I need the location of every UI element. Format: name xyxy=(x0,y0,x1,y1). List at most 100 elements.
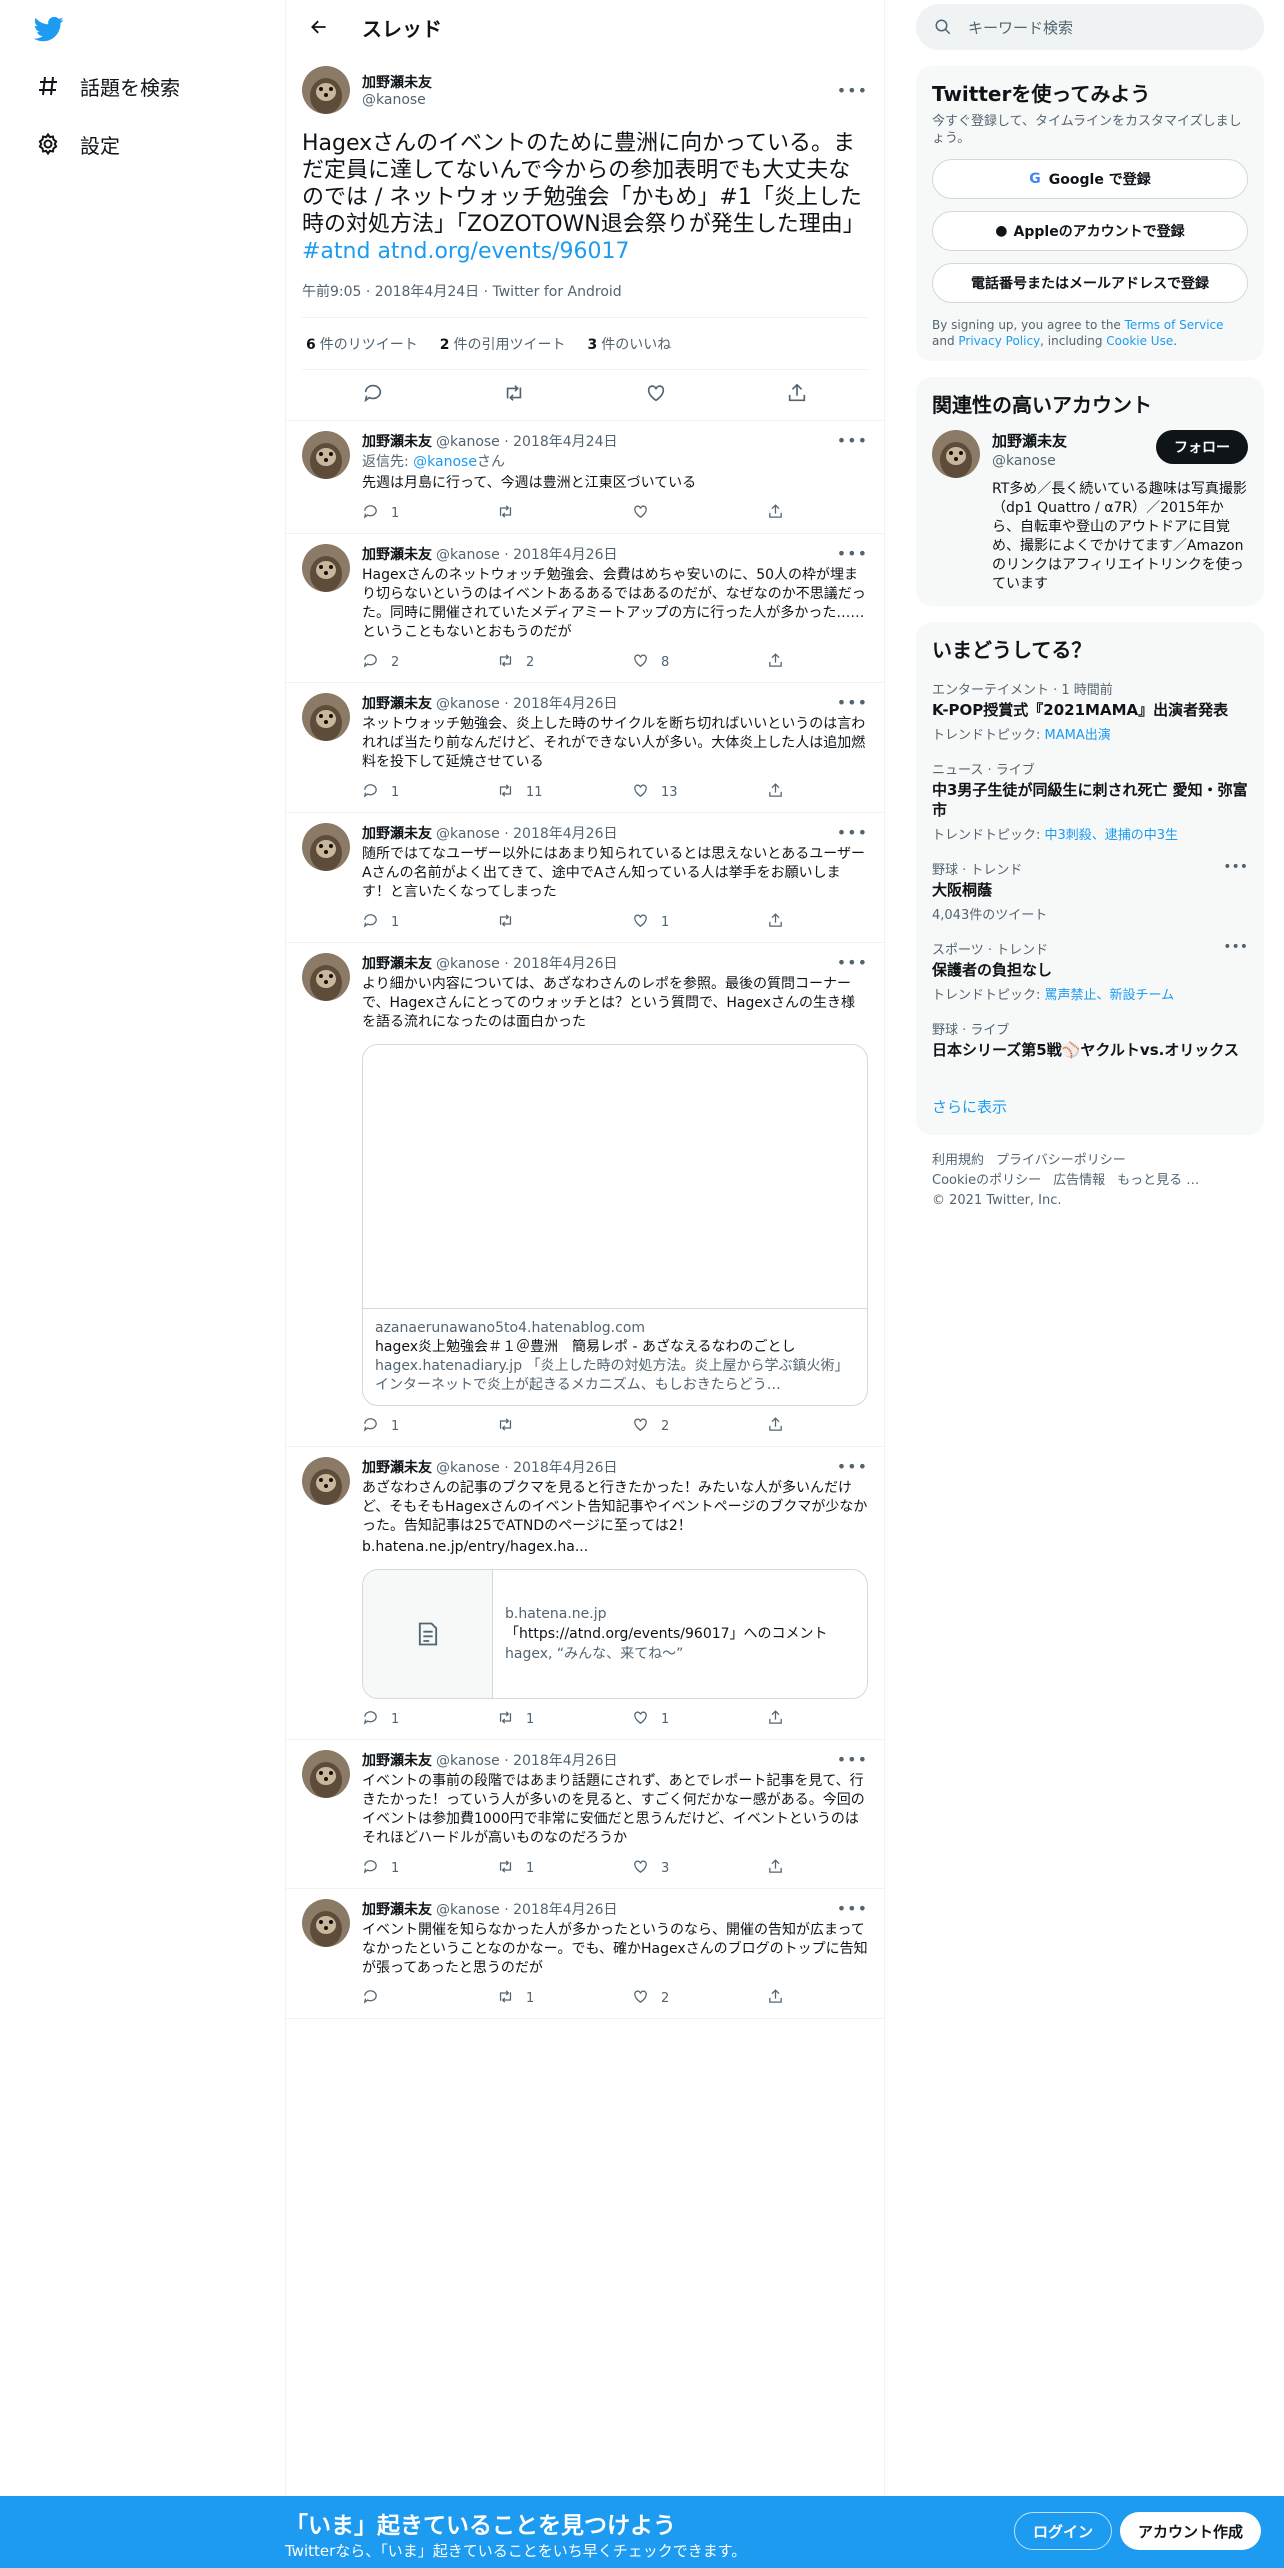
retweet-button[interactable]: 1 xyxy=(497,1858,632,1879)
share-button[interactable] xyxy=(767,1709,796,1730)
quote-count[interactable]: 2 件の引用ツイート xyxy=(440,334,566,354)
reply-tweet[interactable]: 加野瀬未友 @kanose · 2018年4月26日 ••• Hagexさんのネットウ… xyxy=(286,534,884,683)
reply-tweet[interactable]: 加野瀬未友 @kanose · 2018年4月26日 ••• ネットウォッチ勉強会、炎… xyxy=(286,683,884,813)
login-button[interactable]: ログイン xyxy=(1014,2512,1113,2550)
author-handle[interactable]: @kanose xyxy=(362,92,426,108)
related-name[interactable]: 加野瀬未友 xyxy=(992,430,1067,451)
avatar[interactable] xyxy=(302,66,350,114)
more-options-icon[interactable]: ••• xyxy=(837,1899,868,1919)
author-name[interactable]: 加野瀬未友 xyxy=(362,693,432,713)
tweet-meta[interactable]: @kanose · 2018年4月26日 xyxy=(436,1899,618,1919)
reply-button[interactable]: 1 xyxy=(362,1709,497,1730)
hashtag-link[interactable]: #atnd xyxy=(302,239,370,264)
reply-tweet[interactable]: 加野瀬未友 @kanose · 2018年4月24日 ••• 返信先: @kanose… xyxy=(286,421,884,534)
reply-icon[interactable] xyxy=(362,382,384,408)
retweet-button[interactable] xyxy=(497,912,632,933)
show-more-link[interactable]: さらに表示 xyxy=(932,1096,1248,1117)
more-options-icon[interactable]: ••• xyxy=(837,544,868,564)
share-icon[interactable] xyxy=(786,382,808,408)
tweet-meta[interactable]: @kanose · 2018年4月26日 xyxy=(436,953,618,973)
reply-tweet[interactable]: 加野瀬未友 @kanose · 2018年4月26日 ••• 随所ではてなユーザー以外… xyxy=(286,813,884,943)
like-button[interactable]: 1 xyxy=(632,1709,767,1730)
url-link[interactable]: b.hatena.ne.jp/entry/hagex.ha... xyxy=(362,1538,868,1557)
retweet-button[interactable]: 1 xyxy=(497,1709,632,1730)
tweet-timestamp[interactable]: 午前9:05 · 2018年4月24日 · Twitter for Androi… xyxy=(302,281,868,318)
retweet-button[interactable]: 11 xyxy=(497,782,632,803)
footer-cookie[interactable]: Cookieのポリシー xyxy=(932,1173,1041,1188)
author-name[interactable]: 加野瀬未友 xyxy=(362,1899,432,1919)
google-signup-button[interactable]: G Google で登録 xyxy=(932,159,1248,199)
more-options-icon[interactable]: ••• xyxy=(837,693,868,713)
more-options-icon[interactable]: ••• xyxy=(837,823,868,843)
follow-button[interactable]: フォロー xyxy=(1156,430,1248,464)
phone-signup-button[interactable]: 電話番号またはメールアドレスで登録 xyxy=(932,263,1248,303)
retweet-button[interactable] xyxy=(497,1416,632,1437)
like-icon[interactable] xyxy=(645,382,667,408)
share-button[interactable] xyxy=(767,652,796,673)
author-name[interactable]: 加野瀬未友 xyxy=(362,1457,432,1477)
avatar[interactable] xyxy=(302,1457,350,1505)
reply-button[interactable]: 1 xyxy=(362,503,497,524)
search-input[interactable]: キーワード検索 xyxy=(916,4,1264,50)
tweet-meta[interactable]: @kanose · 2018年4月26日 xyxy=(436,693,618,713)
avatar[interactable] xyxy=(932,430,980,478)
back-arrow-icon[interactable] xyxy=(302,10,336,44)
tweet-meta[interactable]: @kanose · 2018年4月26日 xyxy=(436,1750,618,1770)
retweet-button[interactable]: 1 xyxy=(497,1988,632,2009)
nav-settings[interactable]: 設定 xyxy=(34,126,120,162)
cookie-link[interactable]: Cookie Use xyxy=(1106,334,1173,348)
like-button[interactable] xyxy=(632,503,767,524)
link-card[interactable]: azanaerunawano5to4.hatenablog.com hagex炎上… xyxy=(362,1044,868,1406)
like-button[interactable]: 2 xyxy=(632,1416,767,1437)
footer-more[interactable]: もっと見る … xyxy=(1117,1173,1199,1188)
apple-signup-button[interactable]: ● Appleのアカウントで登録 xyxy=(932,211,1248,251)
more-options-icon[interactable]: ••• xyxy=(837,1750,868,1770)
twitter-logo-icon[interactable] xyxy=(32,14,66,44)
create-account-button[interactable]: アカウント作成 xyxy=(1120,2512,1262,2550)
tweet-meta[interactable]: @kanose · 2018年4月24日 xyxy=(436,431,618,451)
reply-button[interactable]: 1 xyxy=(362,1416,497,1437)
share-button[interactable] xyxy=(767,912,796,933)
avatar[interactable] xyxy=(302,1899,350,1947)
reply-button[interactable]: 1 xyxy=(362,782,497,803)
trend-item[interactable]: スポーツ · トレンド 保護者の負担なし トレンドトピック: 罵声禁止、新設チーム •… xyxy=(932,939,1248,1003)
url-link[interactable]: atnd.org/events/96017 xyxy=(377,239,629,264)
privacy-link[interactable]: Privacy Policy xyxy=(958,334,1040,348)
reply-to-link[interactable]: @kanose xyxy=(413,454,477,470)
more-options-icon[interactable]: ••• xyxy=(837,1457,868,1477)
tweet-meta[interactable]: @kanose · 2018年4月26日 xyxy=(436,823,618,843)
like-button[interactable]: 8 xyxy=(632,652,767,673)
share-button[interactable] xyxy=(767,503,796,524)
author-name[interactable]: 加野瀬未友 xyxy=(362,72,432,92)
like-button[interactable]: 13 xyxy=(632,782,767,803)
like-button[interactable]: 2 xyxy=(632,1988,767,2009)
reply-button[interactable]: 2 xyxy=(362,652,497,673)
more-options-icon[interactable]: ••• xyxy=(1223,939,1248,955)
link-card[interactable]: b.hatena.ne.jp 「https://atnd.org/events/9… xyxy=(362,1569,868,1699)
more-options-icon[interactable]: ••• xyxy=(837,431,868,451)
share-button[interactable] xyxy=(767,1988,796,2009)
avatar[interactable] xyxy=(302,693,350,741)
share-button[interactable] xyxy=(767,782,796,803)
nav-explore[interactable]: 話題を検索 xyxy=(34,68,180,104)
reply-tweet[interactable]: 加野瀬未友 @kanose · 2018年4月26日 ••• より細かい内容については… xyxy=(286,943,884,1447)
footer-privacy[interactable]: プライバシーポリシー xyxy=(996,1153,1126,1168)
retweet-button[interactable] xyxy=(497,503,632,524)
reply-tweet[interactable]: 加野瀬未友 @kanose · 2018年4月26日 ••• あざなわさんの記事のブク… xyxy=(286,1447,884,1740)
reply-button[interactable]: 1 xyxy=(362,912,497,933)
retweet-button[interactable]: 2 xyxy=(497,652,632,673)
author-name[interactable]: 加野瀬未友 xyxy=(362,431,432,451)
trend-item[interactable]: ニュース · ライブ 中3男子生徒が同級生に刺され死亡 愛知・弥富市 トレンドトピッ… xyxy=(932,759,1248,843)
reply-button[interactable]: 1 xyxy=(362,1858,497,1879)
author-name[interactable]: 加野瀬未友 xyxy=(362,544,432,564)
avatar[interactable] xyxy=(302,1750,350,1798)
avatar[interactable] xyxy=(302,823,350,871)
more-options-icon[interactable]: ••• xyxy=(837,81,868,100)
author-name[interactable]: 加野瀬未友 xyxy=(362,953,432,973)
avatar[interactable] xyxy=(302,544,350,592)
trend-item[interactable]: 野球 · ライブ 日本シリーズ第5戦⚾ヤクルトvs.オリックス xyxy=(932,1019,1248,1060)
more-options-icon[interactable]: ••• xyxy=(1223,859,1248,875)
avatar[interactable] xyxy=(302,431,350,479)
footer-terms[interactable]: 利用規約 xyxy=(932,1153,984,1168)
share-button[interactable] xyxy=(767,1416,796,1437)
